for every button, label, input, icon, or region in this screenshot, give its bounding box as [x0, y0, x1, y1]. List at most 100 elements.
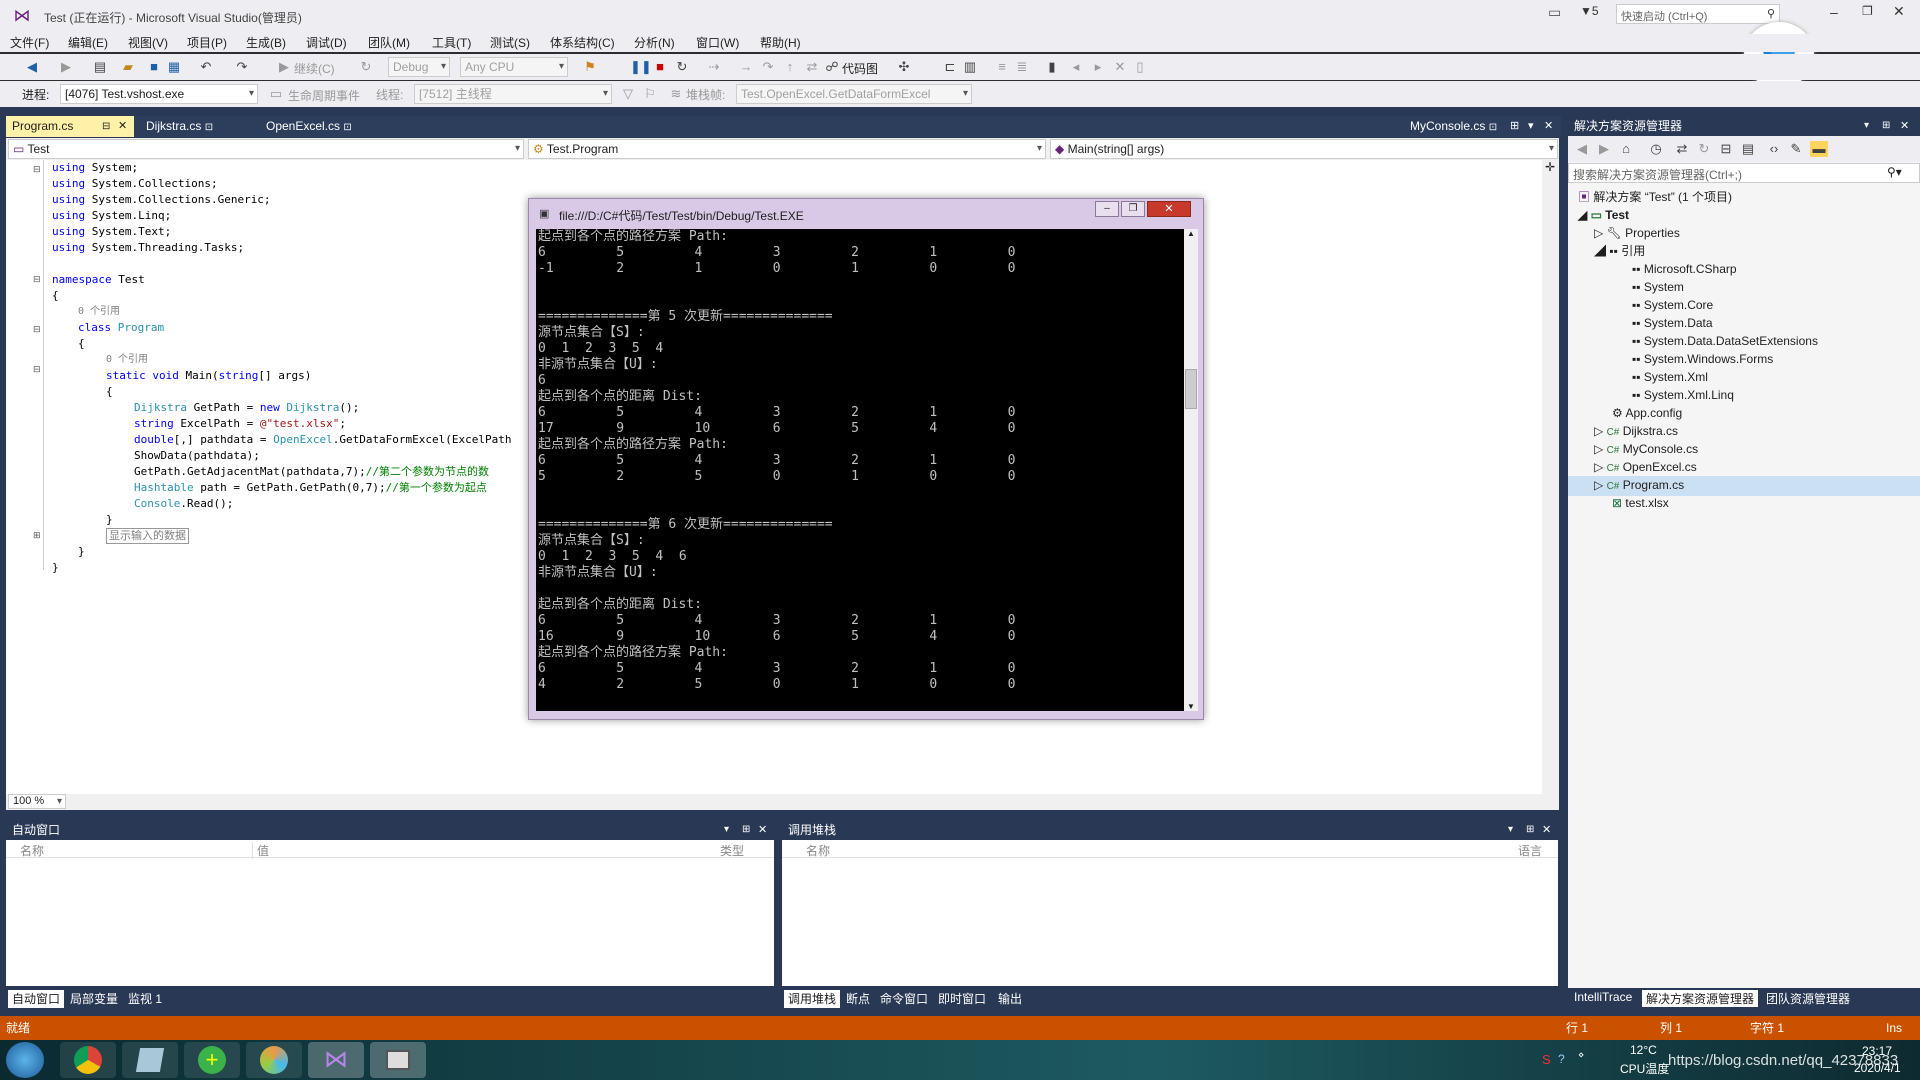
bookmark-window-icon[interactable]: ▯	[1132, 59, 1148, 75]
open-file-icon[interactable]: ▰	[120, 59, 136, 75]
show-next-statement-icon[interactable]: ⇢	[706, 59, 722, 75]
menu-tools[interactable]: 工具(T)	[432, 34, 471, 52]
close-icon[interactable]: ✕	[1900, 116, 1909, 136]
forward-icon[interactable]: ▶	[58, 59, 74, 75]
tab-immediate-window[interactable]: 即时窗口	[934, 990, 990, 1008]
expand-icon[interactable]: ◢	[1594, 244, 1606, 258]
properties-icon[interactable]: ✎	[1788, 141, 1804, 157]
menu-help[interactable]: 帮助(H)	[760, 34, 801, 52]
menu-test[interactable]: 测试(S)	[490, 34, 530, 52]
menu-view[interactable]: 视图(V)	[128, 34, 168, 52]
sync-icon[interactable]: ⇄	[1674, 141, 1690, 157]
config-select[interactable]: Debug	[388, 57, 450, 77]
tab-watch[interactable]: 监视 1	[124, 990, 166, 1008]
visual-studio-taskbar-icon[interactable]: ⋈	[308, 1042, 364, 1078]
dropdown-icon[interactable]: ▾	[1864, 116, 1869, 136]
diagnostics-icon[interactable]: ✣	[896, 59, 912, 75]
tab-openexcel-cs[interactable]: OpenExcel.cs ⊡	[260, 116, 390, 137]
console-taskbar-icon[interactable]	[370, 1042, 426, 1078]
step-into-icon[interactable]: →	[738, 59, 754, 75]
step-over-icon[interactable]: ↷	[760, 59, 776, 75]
stop-icon[interactable]: ■	[652, 59, 668, 75]
tree-file[interactable]: ▷ C# MyConsole.cs	[1594, 440, 1698, 460]
minimize-button[interactable]: ‒	[1830, 4, 1838, 20]
bookmark-icon[interactable]: ▮	[1044, 59, 1060, 75]
back-icon[interactable]: ◀	[1574, 141, 1590, 157]
close-icon[interactable]: ✕	[758, 820, 767, 840]
collapsed-region[interactable]: 显示输入的数据	[106, 528, 189, 544]
console-close-button[interactable]: ✕	[1147, 201, 1191, 217]
col-name[interactable]: 名称	[20, 842, 44, 859]
thread-select[interactable]: [7512] 主线程	[414, 84, 612, 104]
member-select[interactable]: ◆ Main(string[] args)	[1050, 139, 1558, 159]
back-icon[interactable]: ◀	[24, 59, 40, 75]
tree-file[interactable]: ▷ C# OpenExcel.cs	[1594, 458, 1697, 478]
dropdown-icon[interactable]: ▾	[1508, 820, 1513, 840]
tab-callstack[interactable]: 调用堆栈	[784, 990, 841, 1008]
view-code-icon[interactable]: ‹›	[1766, 141, 1782, 157]
tab-breakpoints[interactable]: 断点	[842, 990, 874, 1008]
tree-reference[interactable]: ▪▪ System.Xml	[1632, 368, 1708, 386]
hex-icon[interactable]: ⇄	[804, 59, 820, 75]
menu-file[interactable]: 文件(F)	[10, 34, 49, 52]
menu-build[interactable]: 生成(B)	[246, 34, 286, 52]
tree-reference[interactable]: ▪▪ System.Windows.Forms	[1632, 350, 1773, 368]
close-all-icon[interactable]: ✕	[1544, 119, 1553, 132]
col-value[interactable]: 值	[252, 842, 269, 859]
tab-solution-explorer[interactable]: 解决方案资源管理器	[1642, 990, 1759, 1007]
expand-icon[interactable]: ▷	[1594, 226, 1603, 240]
home-icon[interactable]: ⌂	[1618, 141, 1634, 157]
clear-bookmarks-icon[interactable]: ✕	[1112, 59, 1128, 75]
new-project-icon[interactable]: ▤	[92, 59, 108, 75]
dropdown-icon[interactable]: ▾	[1528, 119, 1534, 132]
collapse-toggle[interactable]: ⊟	[33, 324, 41, 335]
col-name[interactable]: 名称	[806, 842, 830, 859]
redo-icon[interactable]: ↷	[234, 59, 250, 75]
split-icon[interactable]: ✛	[1545, 160, 1555, 174]
uncomment-icon[interactable]: ≣	[1014, 59, 1030, 75]
tree-project[interactable]: ◢ ▭ Test	[1578, 206, 1629, 224]
expand-toggle[interactable]: ⊞	[33, 530, 41, 541]
tree-solution[interactable]: ▣ 解决方案 “Test” (1 个项目)	[1578, 188, 1732, 206]
tab-myconsole-cs[interactable]: MyConsole.cs ⊡	[1404, 116, 1504, 137]
close-button[interactable]: ✕	[1893, 3, 1905, 20]
console-restore-button[interactable]: ❐	[1121, 201, 1145, 217]
tab-locals[interactable]: 局部变量	[66, 990, 122, 1008]
menu-team[interactable]: 团队(M)	[368, 34, 410, 52]
tab-output[interactable]: 输出	[994, 990, 1026, 1008]
help-tray-icon[interactable]: ?	[1558, 1052, 1565, 1066]
scroll-thumb[interactable]	[1185, 369, 1197, 409]
menu-project[interactable]: 项目(P)	[187, 34, 227, 52]
console-scrollbar[interactable]: ▲ ▼	[1184, 229, 1198, 711]
collapse-toggle[interactable]: ⊟	[33, 364, 41, 375]
lifecycle-icon[interactable]: ▭	[268, 86, 284, 102]
flag-icon[interactable]: ⚐	[642, 86, 658, 102]
history-icon[interactable]: ◷	[1648, 141, 1664, 157]
start-button[interactable]	[6, 1042, 44, 1078]
zoom-select[interactable]: 100 %	[8, 794, 66, 809]
tab-autos[interactable]: 自动窗口	[8, 990, 65, 1008]
preview-icon[interactable]: ⊞	[1510, 119, 1519, 132]
tree-file[interactable]: ⚙ App.config	[1612, 404, 1682, 422]
undo-icon[interactable]: ↶	[198, 59, 214, 75]
forward-icon[interactable]: ▶	[1596, 141, 1612, 157]
process-select[interactable]: [4076] Test.vshost.exe	[60, 84, 258, 104]
continue-icon[interactable]: ▶	[276, 59, 292, 75]
pin-icon[interactable]: ⊟	[102, 116, 110, 137]
expand-icon[interactable]: ▷	[1594, 424, 1603, 438]
dock-icon[interactable]: ⊏	[942, 59, 958, 75]
tray-expand-icon[interactable]: ⋄	[1578, 1050, 1584, 1061]
step-out-icon[interactable]: ↑	[782, 59, 798, 75]
next-bookmark-icon[interactable]: ▸	[1090, 59, 1106, 75]
preview-icon[interactable]: ▬	[1810, 141, 1828, 157]
refresh-icon[interactable]: ↻	[358, 59, 374, 75]
collapse-toggle[interactable]: ⊟	[33, 274, 41, 285]
pause-icon[interactable]: ❚❚	[630, 59, 652, 75]
chrome-taskbar-icon[interactable]	[60, 1042, 116, 1078]
pin-icon[interactable]: ⊞	[742, 820, 750, 840]
tree-reference[interactable]: ▪▪ System.Data	[1632, 314, 1713, 332]
refresh-icon[interactable]: ↻	[1696, 141, 1712, 157]
notepad-taskbar-icon[interactable]	[122, 1042, 178, 1078]
code-map-icon[interactable]: ☍	[824, 59, 840, 75]
notification-icon[interactable]: ▼5	[1580, 4, 1599, 18]
